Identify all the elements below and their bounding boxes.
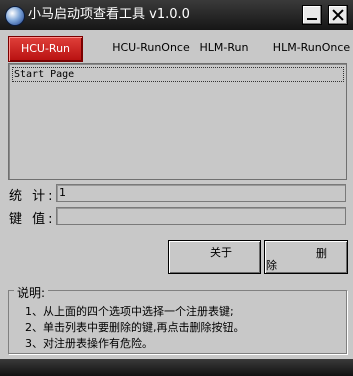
minimize-icon[interactable] — [302, 5, 322, 25]
startup-list[interactable]: Start Page — [8, 63, 347, 180]
window-title: 小马启动项查看工具 v1.0.0 — [28, 7, 190, 22]
about-button[interactable]: 关于 — [168, 240, 261, 274]
count-field[interactable]: 1 — [56, 184, 346, 202]
tab-hcu-run[interactable]: HCU-Run — [8, 36, 83, 62]
delete-button-label: 除 — [266, 259, 277, 272]
note-line: 3、对注册表操作有危险。 — [25, 337, 153, 350]
note-line: 2、单击列表中要删除的键,再点击删除按钮。 — [25, 321, 245, 334]
tab-hlm-runonce[interactable]: HLM-RunOnce — [270, 36, 353, 60]
globe-icon — [5, 6, 25, 26]
delete-button[interactable]: 删 除 — [264, 240, 348, 274]
about-button-label: 关于 — [210, 246, 232, 259]
tab-hcu-runonce[interactable]: HCU-RunOnce — [96, 36, 206, 60]
key-value-label: 键 值: — [9, 212, 56, 227]
close-icon[interactable] — [328, 5, 348, 25]
tab-hlm-run[interactable]: HLM-Run — [196, 36, 252, 60]
note-line: 1、从上面的四个选项中选择一个注册表键; — [25, 305, 234, 318]
bottom-bar — [0, 359, 353, 376]
list-item[interactable]: Start Page — [12, 67, 344, 82]
key-value-field[interactable] — [56, 207, 346, 225]
delete-button-label: 删 — [316, 247, 327, 260]
count-label: 统 计: — [9, 189, 56, 204]
note-title: 说明: — [14, 286, 49, 300]
